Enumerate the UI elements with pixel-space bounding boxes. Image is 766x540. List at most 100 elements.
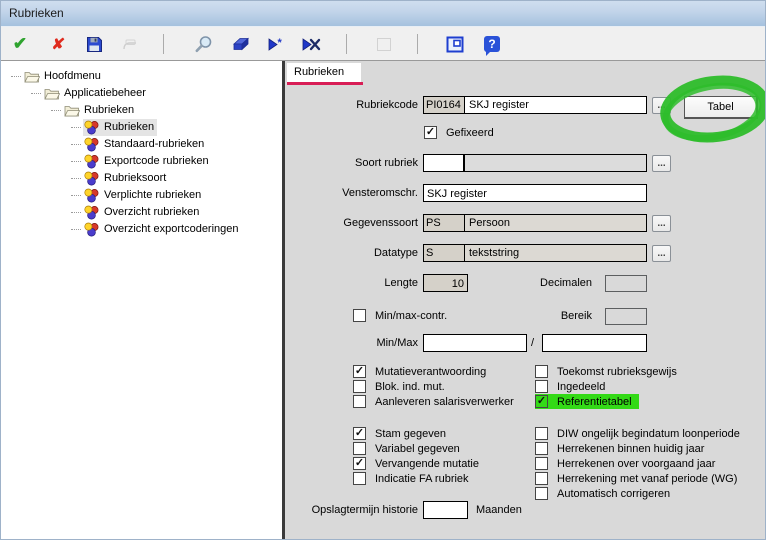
checkbox-label: Toekomst rubrieksgewijs bbox=[557, 366, 677, 378]
soort-rubriek-lookup-button[interactable]: ... bbox=[652, 155, 671, 172]
rubriekcode-label: Rubriekcode bbox=[285, 96, 418, 114]
gegevenssoort-lookup-button[interactable]: ... bbox=[652, 215, 671, 232]
checkbox-label: Blok. ind. mut. bbox=[375, 381, 445, 393]
toolbar-accept-button[interactable]: ✔ bbox=[9, 33, 31, 55]
tree-item-rubrieksoort[interactable]: Rubrieksoort bbox=[1, 170, 169, 187]
disabled-square-icon bbox=[377, 38, 391, 51]
bereik-label: Bereik bbox=[510, 307, 592, 325]
window-title: Rubrieken bbox=[9, 6, 64, 20]
toolbar-new-record-button[interactable]: * bbox=[265, 33, 287, 55]
toolbar-help-button[interactable]: ? bbox=[481, 33, 503, 55]
eraser-icon bbox=[231, 37, 250, 52]
form-panel: Rubrieken Rubriekcode PI0164 SKJ registe… bbox=[285, 61, 766, 540]
minmax-input-2[interactable] bbox=[542, 334, 647, 352]
checkbox-ingedeeld[interactable]: Ingedeeld bbox=[535, 379, 605, 394]
toolbar-window-button[interactable] bbox=[444, 33, 466, 55]
checkbox-automatisch-corrigeren[interactable]: Automatisch corrigeren bbox=[535, 486, 670, 501]
checkbox-label: Indicatie FA rubriek bbox=[375, 473, 469, 485]
checkbox-herrekenen-binnen-huidig-jaar[interactable]: Herrekenen binnen huidig jaar bbox=[535, 441, 704, 456]
tree-connector bbox=[31, 93, 41, 94]
checkbox-box bbox=[353, 309, 366, 322]
main-area: Hoofdmenu Applicatiebeheer Rubrieken Rub… bbox=[1, 60, 766, 540]
checkbox-aanleveren-salarisverwerker[interactable]: Aanleveren salarisverwerker bbox=[353, 394, 514, 409]
toolbar-delete-record-button[interactable] bbox=[301, 33, 323, 55]
checkbox-label: Stam gegeven bbox=[375, 428, 446, 440]
decimalen-input[interactable] bbox=[605, 275, 647, 292]
tree-item-label: Standaard-rubrieken bbox=[104, 137, 204, 152]
checkbox-box bbox=[535, 472, 548, 485]
tree-item-hoofdmenu[interactable]: Hoofdmenu bbox=[1, 68, 104, 85]
help-icon: ? bbox=[484, 36, 500, 52]
checkbox-box bbox=[353, 380, 366, 393]
checkbox-box bbox=[535, 457, 548, 470]
rubriekcode-input[interactable]: PI0164 SKJ register bbox=[423, 96, 647, 114]
gems-icon bbox=[84, 188, 101, 203]
checkbox-toekomst-rubrieksgewijs[interactable]: Toekomst rubrieksgewijs bbox=[535, 364, 677, 379]
gegevenssoort-label: Gegevenssoort bbox=[285, 214, 418, 232]
checkbox-stam-gegeven[interactable]: ✓ Stam gegeven bbox=[353, 426, 446, 441]
tree-item-label: Hoofdmenu bbox=[44, 69, 101, 84]
tree-item-rubrieken-folder[interactable]: Rubrieken bbox=[1, 102, 137, 119]
gegevenssoort-code: PS bbox=[424, 215, 465, 231]
tab-rubrieken[interactable]: Rubrieken bbox=[287, 63, 361, 82]
tree-connector bbox=[71, 161, 81, 162]
checkbox-referentietabel[interactable]: ✓ Referentietabel bbox=[535, 394, 639, 409]
checkbox-box bbox=[353, 442, 366, 455]
checkbox-herrekenen-over-voorgaand-jaar[interactable]: Herrekenen over voorgaand jaar bbox=[535, 456, 715, 471]
checkbox-box: ✓ bbox=[535, 395, 548, 408]
tabel-button[interactable]: Tabel bbox=[684, 96, 758, 119]
toolbar-separator bbox=[163, 34, 164, 54]
checkbox-box: ✓ bbox=[353, 365, 366, 378]
gems-icon bbox=[84, 154, 101, 169]
toolbar-save-button[interactable] bbox=[83, 33, 105, 55]
minmax-input-1[interactable] bbox=[423, 334, 527, 352]
checkbox-label-highlighted: Referentietabel bbox=[557, 396, 632, 408]
checkbox-herrekening-vanaf-periode-wg[interactable]: Herrekening met vanaf periode (WG) bbox=[535, 471, 737, 486]
datatype-lookup-button[interactable]: ... bbox=[652, 245, 671, 262]
checkbox-gefixeerd[interactable]: ✓ Gefixeerd bbox=[424, 125, 494, 140]
gems-icon bbox=[84, 171, 101, 186]
checkbox-diw-ongelijk-begindatum[interactable]: DIW ongelijk begindatum loonperiode bbox=[535, 426, 740, 441]
tree-item-verplichte-rubrieken[interactable]: Verplichte rubrieken bbox=[1, 187, 204, 204]
checkbox-label: DIW ongelijk begindatum loonperiode bbox=[557, 428, 740, 440]
toolbar-disabled-button-1 bbox=[119, 33, 141, 55]
datatype-label: Datatype bbox=[285, 244, 418, 262]
tree-item-exportcode-rubrieken[interactable]: Exportcode rubrieken bbox=[1, 153, 212, 170]
tree-item-overzicht-exportcoderingen[interactable]: Overzicht exportcoderingen bbox=[1, 221, 242, 238]
tree-connector bbox=[71, 127, 81, 128]
tree-item-applicatiebeheer[interactable]: Applicatiebeheer bbox=[1, 85, 149, 102]
gems-icon bbox=[84, 120, 101, 135]
toolbar-erase-button[interactable] bbox=[229, 33, 251, 55]
tree-item-standaard-rubrieken[interactable]: Standaard-rubrieken bbox=[1, 136, 207, 153]
gegevenssoort-input[interactable]: PS Persoon bbox=[423, 214, 647, 232]
vensteromschr-label: Vensteromschr. bbox=[285, 184, 418, 202]
checkbox-indicatie-fa-rubriek[interactable]: Indicatie FA rubriek bbox=[353, 471, 469, 486]
opslagtermijn-input[interactable] bbox=[423, 501, 468, 519]
disabled-print-icon bbox=[121, 36, 139, 52]
datatype-input[interactable]: S tekststring bbox=[423, 244, 647, 262]
lengte-input[interactable] bbox=[423, 274, 468, 292]
checkbox-minmax-contr[interactable]: Min/max-contr. bbox=[353, 308, 447, 323]
checkbox-blok-ind-mut[interactable]: Blok. ind. mut. bbox=[353, 379, 445, 394]
checkbox-box bbox=[535, 380, 548, 393]
tree-item-label: Overzicht rubrieken bbox=[104, 205, 199, 220]
tree-connector bbox=[71, 229, 81, 230]
decimalen-label: Decimalen bbox=[510, 274, 592, 292]
tree-item-overzicht-rubrieken[interactable]: Overzicht rubrieken bbox=[1, 204, 202, 221]
tree-item-rubrieken[interactable]: Rubrieken bbox=[1, 119, 157, 136]
rubriekcode-lookup-button[interactable]: ... bbox=[652, 97, 671, 114]
checkbox-box: ✓ bbox=[353, 457, 366, 470]
toolbar-cancel-button[interactable]: ✘ bbox=[47, 33, 69, 55]
checkbox-vervangende-mutatie[interactable]: ✓ Vervangende mutatie bbox=[353, 456, 479, 471]
checkbox-mutatieverantwoording[interactable]: ✓ Mutatieverantwoording bbox=[353, 364, 486, 379]
svg-text:*: * bbox=[278, 37, 283, 49]
vensteromschr-input[interactable] bbox=[423, 184, 647, 202]
bereik-input[interactable] bbox=[605, 308, 647, 325]
lengte-label: Lengte bbox=[285, 274, 418, 292]
soort-rubriek-input[interactable] bbox=[423, 154, 647, 172]
folder-open-icon bbox=[64, 103, 81, 118]
checkbox-variabel-gegeven[interactable]: Variabel gegeven bbox=[353, 441, 460, 456]
datatype-code: S bbox=[424, 245, 465, 261]
cross-icon: ✘ bbox=[50, 35, 65, 53]
toolbar-search-button[interactable] bbox=[192, 33, 214, 55]
